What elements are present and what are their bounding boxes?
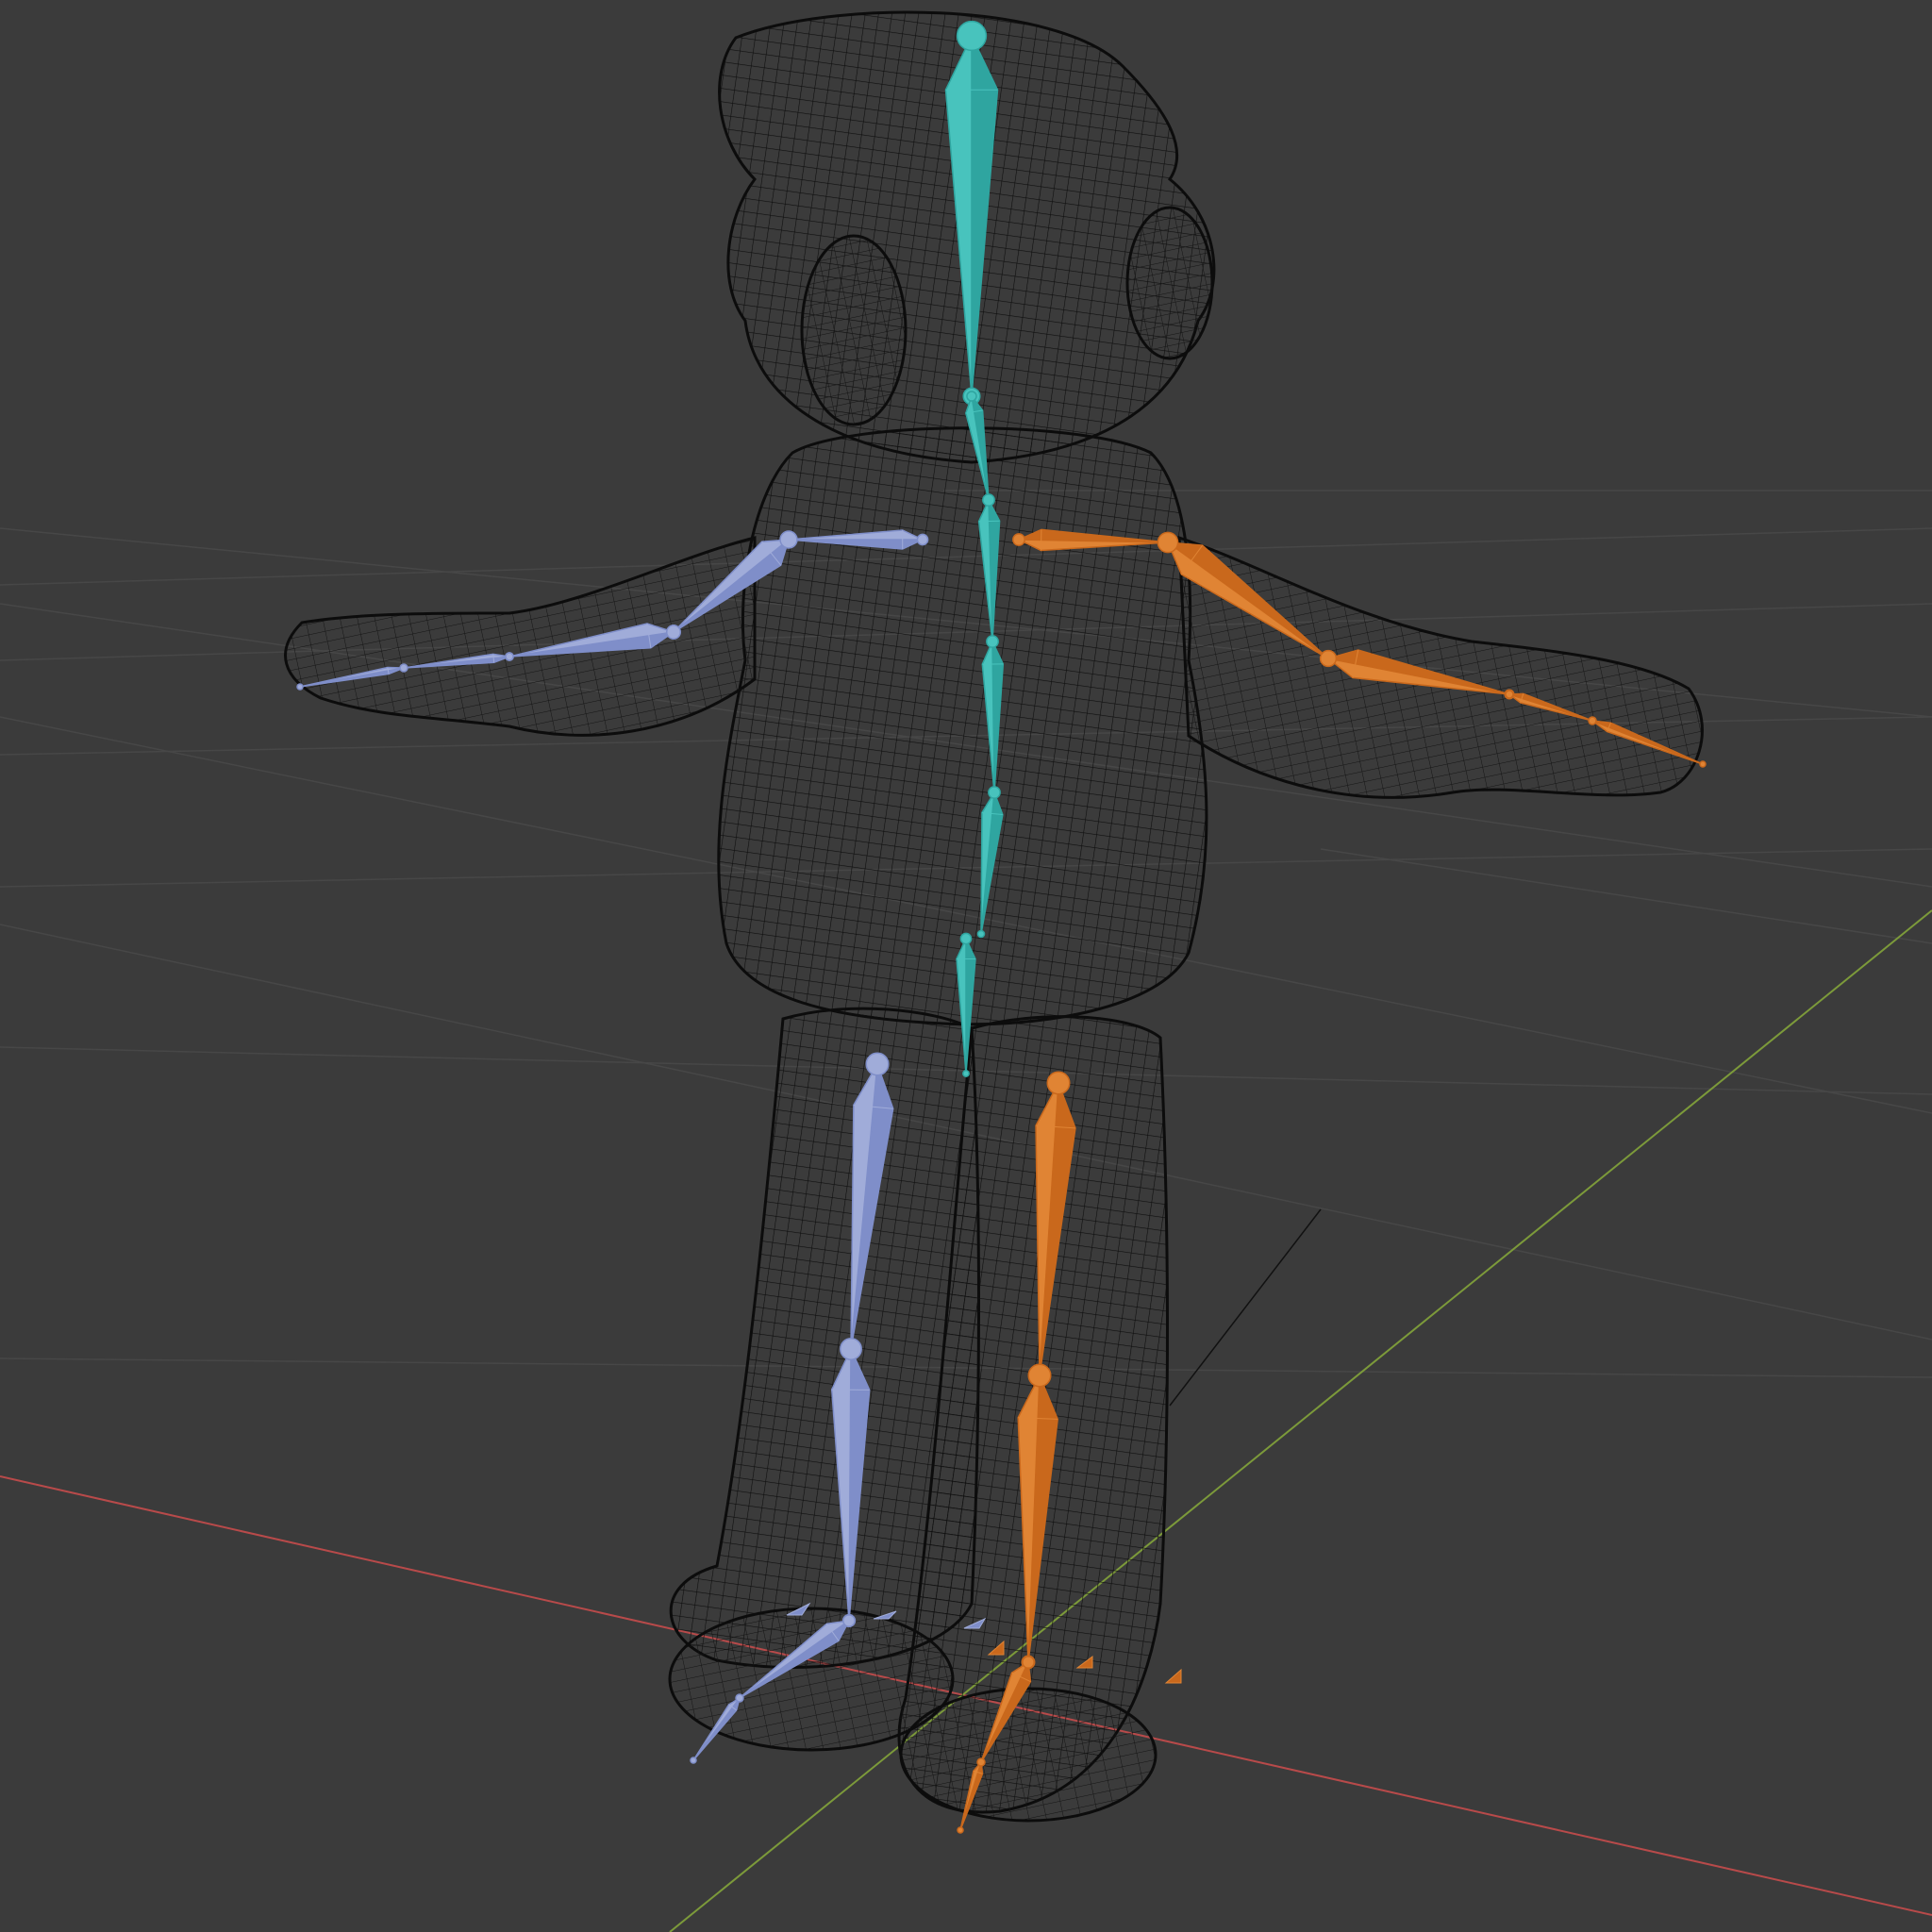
bone-toe-right-head-joint[interactable]	[976, 1757, 986, 1767]
bone-hips-head-joint[interactable]	[959, 932, 973, 945]
bone-toe-left-tail-joint[interactable]	[690, 1757, 697, 1764]
bone-foot-right-head-joint[interactable]	[1022, 1656, 1035, 1669]
mesh-arm-right[interactable]	[1177, 535, 1704, 799]
bone-toe-left-head-joint[interactable]	[735, 1693, 744, 1703]
bone-shin-right-head-joint[interactable]	[1027, 1363, 1052, 1388]
mesh-ear-right[interactable]	[1125, 206, 1214, 360]
bone-finger-right-tail-joint[interactable]	[1699, 760, 1707, 768]
mesh-ear-left[interactable]	[800, 234, 908, 426]
bone-hips-tail-joint[interactable]	[962, 1070, 970, 1077]
bone-shin-left-head-joint[interactable]	[840, 1338, 862, 1360]
bone-forearm-right-head-joint[interactable]	[1319, 649, 1338, 668]
bone-neck-head-joint[interactable]	[966, 391, 977, 402]
bone-spine-lower-head-joint[interactable]	[988, 786, 1001, 799]
bone-forearm-left-head-joint[interactable]	[665, 624, 682, 641]
mesh-foot-right[interactable]	[899, 1687, 1158, 1823]
bone-spine-lower-tail-joint[interactable]	[976, 929, 986, 939]
bone-shoulder-right-head-joint[interactable]	[1012, 533, 1025, 546]
mesh-arm-left[interactable]	[284, 536, 757, 737]
3d-viewport[interactable]	[0, 0, 1932, 1932]
bone-chest-ridge	[978, 520, 1000, 523]
bone-finger-right-head-joint[interactable]	[1588, 716, 1597, 725]
bone-finger-left-head-joint[interactable]	[399, 663, 408, 673]
viewport-scene[interactable]	[0, 0, 1932, 1932]
bone-thigh-right-head-joint[interactable]	[1046, 1071, 1071, 1095]
bone-shoulder-left-head-joint[interactable]	[916, 533, 929, 546]
bone-hand-right-head-joint[interactable]	[1505, 690, 1514, 699]
bone-hand-left-head-joint[interactable]	[505, 652, 514, 661]
bone-upperarm-left-head-joint[interactable]	[779, 530, 798, 549]
bone-toe-right-tail-joint[interactable]	[957, 1826, 964, 1834]
bone-foot-left-head-joint[interactable]	[842, 1614, 856, 1627]
bone-finger-left-tail-joint[interactable]	[296, 683, 304, 691]
bone-head-head-joint[interactable]	[956, 20, 988, 52]
bone-upperarm-right-head-joint[interactable]	[1157, 531, 1179, 554]
relationship-line	[1169, 1208, 1322, 1407]
bone-heel-right-c[interactable]	[1164, 1668, 1182, 1684]
bone-thigh-left-head-joint[interactable]	[865, 1052, 890, 1076]
bone-spine-upper-head-joint[interactable]	[986, 635, 999, 648]
character-mesh-wireframe[interactable]	[284, 10, 1704, 1823]
bone-chest-head-joint[interactable]	[982, 493, 995, 507]
